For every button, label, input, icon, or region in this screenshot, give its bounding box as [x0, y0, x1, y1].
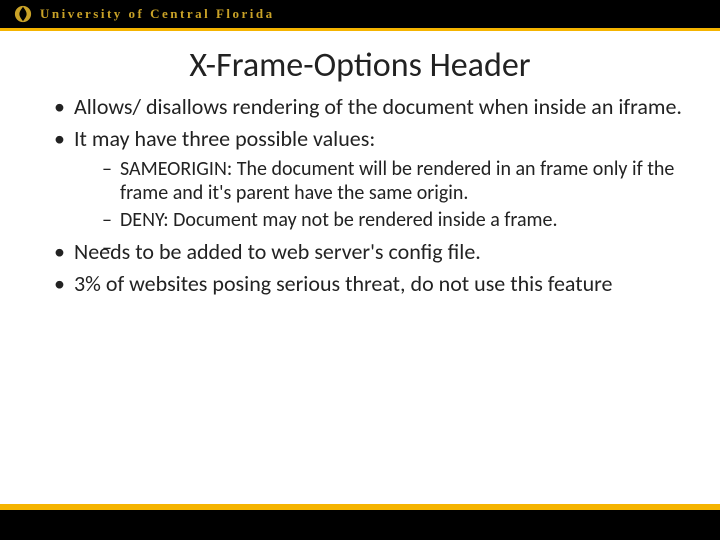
header-accent-line	[0, 28, 720, 31]
subbullet-text: DENY: Document may not be rendered insid…	[120, 208, 558, 232]
subbullet-item: SAMEORIGIN: The document will be rendere…	[102, 158, 690, 205]
bullet-item: 3% of websites posing serious threat, do…	[54, 271, 690, 297]
subbullet-item: DENY: Document may not be rendered insid…	[102, 209, 690, 233]
slide-body: Allows/ disallows rendering of the docum…	[0, 94, 720, 297]
bullet-text: 3% of websites posing serious threat, do…	[74, 270, 612, 297]
slide: University of Central Florida X-Frame-Op…	[0, 0, 720, 540]
bullet-item: Allows/ disallows rendering of the docum…	[54, 94, 690, 120]
top-header: University of Central Florida	[0, 0, 720, 28]
institution-name: University of Central Florida	[40, 6, 275, 22]
slide-title: X-Frame-Options Header	[0, 45, 720, 86]
bullet-text: Needs to be added to web server's config…	[74, 238, 481, 265]
bullet-item: Needs to be added to web server's config…	[54, 239, 690, 265]
subbullet-text: SAMEORIGIN: The document will be rendere…	[120, 157, 674, 205]
bullet-text: It may have three possible values:	[74, 125, 375, 152]
footer-black-bar	[0, 510, 720, 540]
ucf-logo-icon	[14, 5, 32, 23]
slide-footer	[0, 504, 720, 540]
bullet-text: Allows/ disallows rendering of the docum…	[74, 93, 682, 120]
bullet-item: It may have three possible values: SAMEO…	[54, 126, 690, 233]
